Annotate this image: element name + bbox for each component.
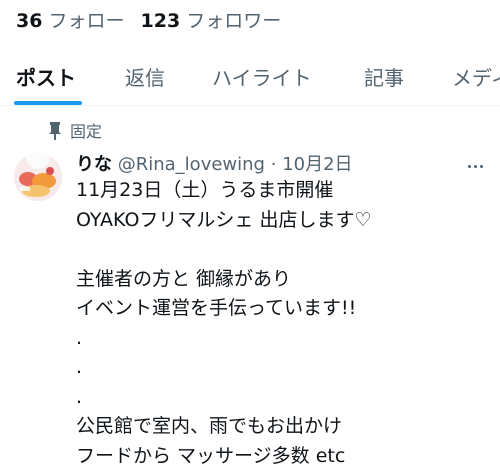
post-line: 11月23日（土）うるま市開催 (76, 179, 334, 201)
post-line: OYAKOフリマルシェ 出店します♡ (76, 208, 372, 231)
more-dot-icon (468, 165, 471, 168)
profile-tabs: ポスト 返信 ハイライト 記事 メディ (0, 58, 500, 106)
post-line: . (76, 385, 83, 408)
tab-replies[interactable]: 返信 (125, 62, 165, 91)
post-line: 公民館で室内、雨でもお出かけ (76, 415, 343, 437)
post-line: 主催者の方と 御縁があり (76, 267, 292, 290)
post-line: フードから マッサージ多数 etc (76, 444, 346, 467)
post-line: イベント運営を手伝っています!! (76, 297, 357, 319)
post-date[interactable]: 10月2日 (282, 154, 352, 175)
avatar[interactable] (14, 153, 62, 201)
followers-link[interactable]: 123 フォロワー (141, 10, 282, 32)
following-count: 36 (16, 10, 43, 32)
tab-articles[interactable]: 記事 (364, 62, 404, 91)
profile-stats: 36 フォロー 123 フォロワー (16, 6, 281, 33)
tab-media[interactable]: メディ (452, 62, 500, 91)
post-line: . (76, 326, 83, 349)
tab-posts[interactable]: ポスト (16, 62, 76, 91)
avatar-image (14, 153, 62, 201)
more-dot-icon (474, 165, 477, 168)
followers-label: フォロワー (186, 10, 282, 32)
meta-separator: · (270, 154, 277, 175)
followers-count: 123 (140, 10, 181, 32)
pinned-label: 固定 (70, 122, 103, 141)
pin-icon (49, 122, 61, 140)
more-dot-icon (480, 165, 483, 168)
post-line: . (76, 356, 83, 378)
user-handle[interactable]: @Rina_lovewing (118, 154, 265, 175)
active-tab-indicator (14, 101, 82, 105)
post-header: りな @Rina_lovewing · 10月2日 (76, 150, 353, 176)
display-name[interactable]: りな (76, 154, 112, 175)
pinned-indicator: 固定 (48, 118, 102, 142)
following-link[interactable]: 36 フォロー (16, 10, 125, 32)
following-label: フォロー (48, 10, 125, 32)
tab-highlights[interactable]: ハイライト (212, 62, 312, 91)
post-text: 11月23日（土）うるま市開催 OYAKOフリマルシェ 出店します♡ ​主催者の方と… (76, 176, 372, 471)
more-options-button[interactable] (466, 156, 486, 176)
post-line: ​ (76, 235, 372, 265)
